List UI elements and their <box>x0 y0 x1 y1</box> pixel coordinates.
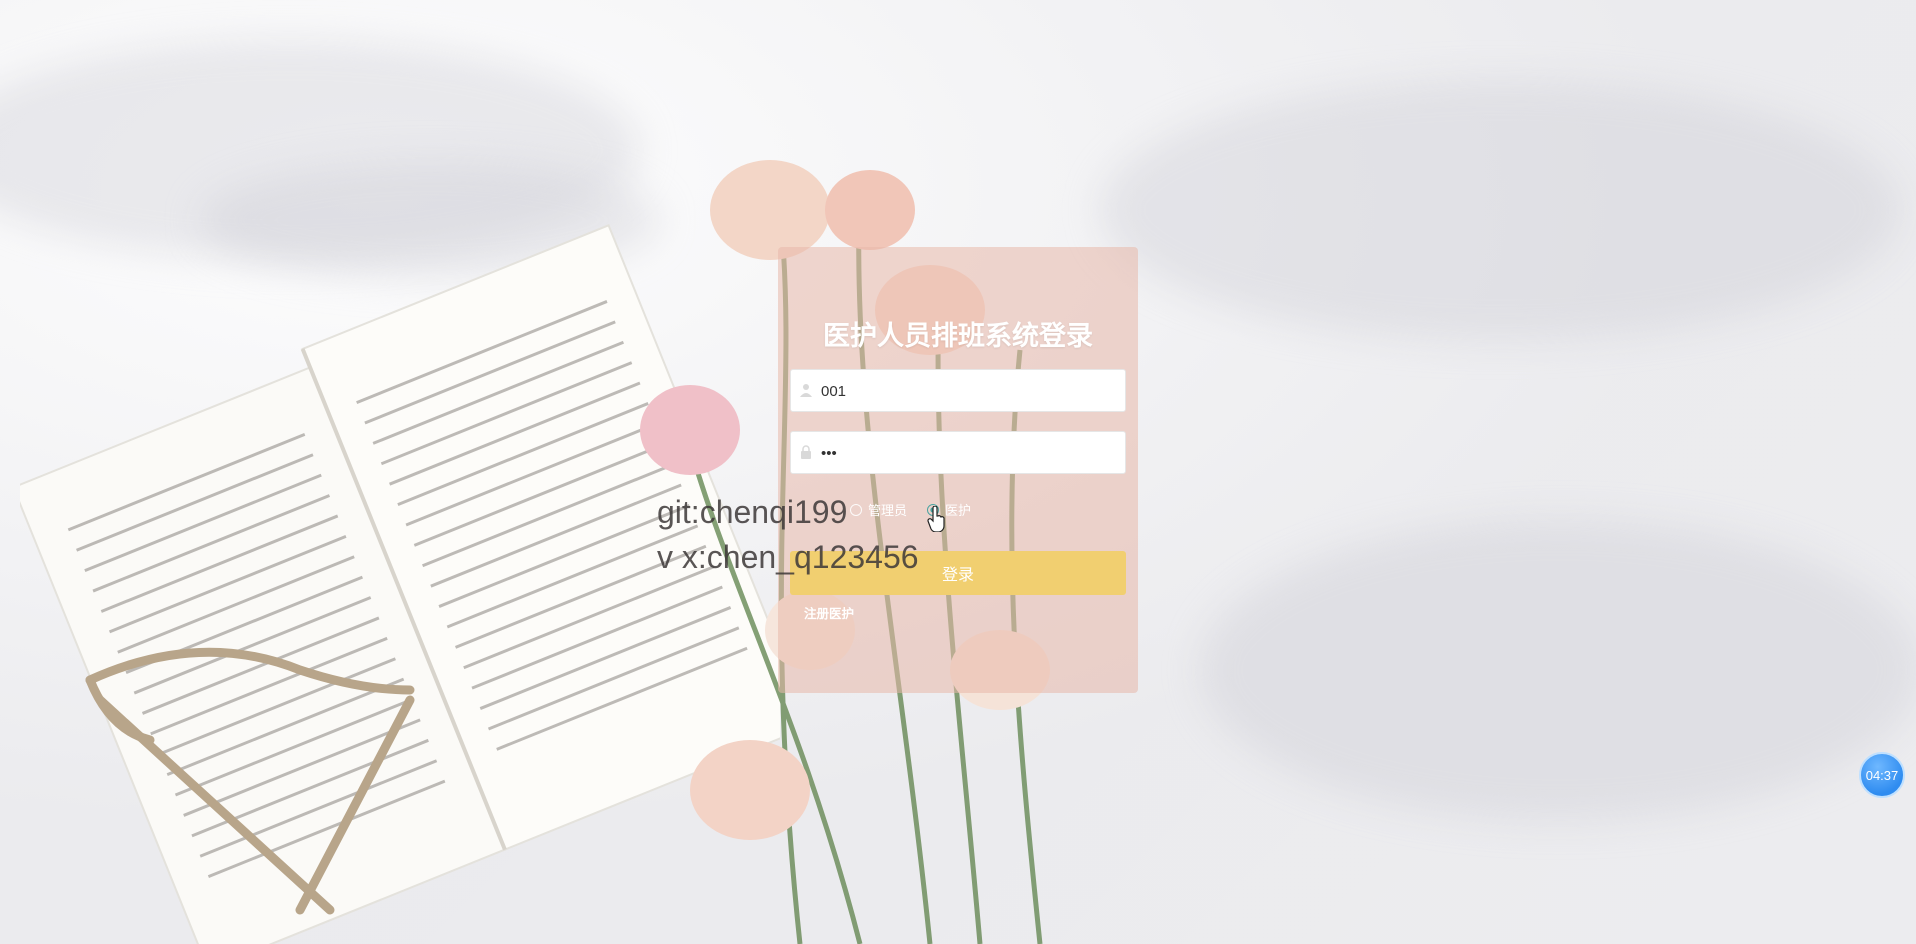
cursor-hand-icon <box>927 506 945 532</box>
login-title: 医护人员排班系统登录 <box>823 321 1093 352</box>
timer-badge[interactable]: 04:37 <box>1859 752 1905 798</box>
watermark-line2: v x:chen_q123456 <box>657 539 919 575</box>
watermark-line1: git:chenqi199 <box>657 494 848 530</box>
eyeglasses-illustration <box>85 647 415 915</box>
sheet-fold <box>1100 80 1900 340</box>
lock-icon <box>800 445 814 461</box>
user-icon <box>800 383 814 399</box>
timer-text: 04:37 <box>1865 767 1899 783</box>
sheet-fold <box>1200 520 1916 820</box>
register-link[interactable]: 注册医护 <box>804 603 854 622</box>
password-input[interactable] <box>819 432 1123 475</box>
password-field[interactable] <box>790 431 1126 475</box>
username-input[interactable] <box>819 370 1123 413</box>
username-field[interactable] <box>790 369 1126 413</box>
watermark-text: git:chenqi199 v x:chen_q123456 <box>657 490 919 580</box>
role-medical-label: 医护 <box>945 504 972 519</box>
